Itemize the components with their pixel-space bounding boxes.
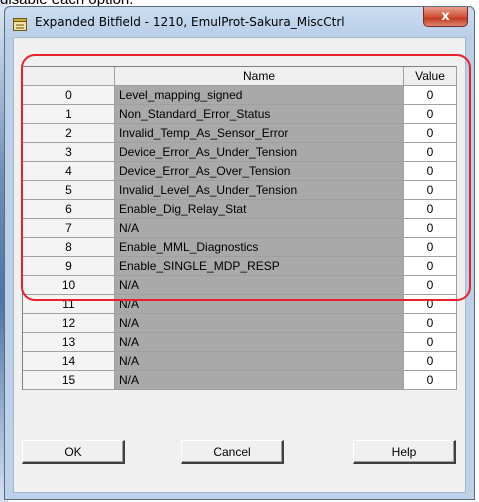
row-index: 15 — [23, 371, 115, 390]
row-name: Enable_SINGLE_MDP_RESP — [115, 257, 404, 276]
row-name: N/A — [115, 371, 404, 390]
row-value-field[interactable]: 0 — [404, 257, 457, 276]
table-row[interactable]: 0 Level_mapping_signed 0 — [23, 86, 457, 105]
row-name: Device_Error_As_Over_Tension — [115, 162, 404, 181]
title-bar[interactable]: Expanded Bitfield - 1210, EmulProt-Sakur… — [5, 7, 474, 37]
table-row[interactable]: 6 Enable_Dig_Relay_Stat 0 — [23, 200, 457, 219]
close-icon: x — [441, 9, 450, 24]
window-title: Expanded Bitfield - 1210, EmulProt-Sakur… — [35, 15, 345, 29]
row-index: 14 — [23, 352, 115, 371]
table-row[interactable]: 3 Device_Error_As_Under_Tension 0 — [23, 143, 457, 162]
help-button[interactable]: Help — [353, 440, 456, 464]
row-name: N/A — [115, 314, 404, 333]
close-button[interactable]: x — [423, 7, 468, 27]
row-index: 9 — [23, 257, 115, 276]
row-value-field[interactable]: 0 — [404, 219, 457, 238]
ok-button[interactable]: OK — [22, 440, 125, 464]
row-value-field[interactable]: 0 — [404, 124, 457, 143]
row-index: 4 — [23, 162, 115, 181]
bitfield-table: Name Value 0 Level_mapping_signed 0 1 Non_St… — [22, 66, 457, 390]
row-value-field[interactable]: 0 — [404, 276, 457, 295]
header-index — [23, 67, 115, 86]
table-row[interactable]: 2 Invalid_Temp_As_Sensor_Error 0 — [23, 124, 457, 143]
row-index: 1 — [23, 105, 115, 124]
row-name: Level_mapping_signed — [115, 86, 404, 105]
table-row[interactable]: 8 Enable_MML_Diagnostics 0 — [23, 238, 457, 257]
row-value-field[interactable]: 0 — [404, 200, 457, 219]
row-value-field[interactable]: 0 — [404, 181, 457, 200]
row-index: 8 — [23, 238, 115, 257]
table-row[interactable]: 12 N/A 0 — [23, 314, 457, 333]
row-value-field[interactable]: 0 — [404, 295, 457, 314]
row-value-field[interactable]: 0 — [404, 105, 457, 124]
header-name[interactable]: Name — [115, 67, 404, 86]
table-row[interactable]: 9 Enable_SINGLE_MDP_RESP 0 — [23, 257, 457, 276]
row-index: 13 — [23, 333, 115, 352]
row-value-field[interactable]: 0 — [404, 333, 457, 352]
row-index: 0 — [23, 86, 115, 105]
table-row[interactable]: 5 Invalid_Level_As_Under_Tension 0 — [23, 181, 457, 200]
row-index: 3 — [23, 143, 115, 162]
table-row[interactable]: 4 Device_Error_As_Over_Tension 0 — [23, 162, 457, 181]
row-name: Non_Standard_Error_Status — [115, 105, 404, 124]
row-value-field[interactable]: 0 — [404, 162, 457, 181]
table-row[interactable]: 10 N/A 0 — [23, 276, 457, 295]
row-name: N/A — [115, 352, 404, 371]
row-name: N/A — [115, 295, 404, 314]
row-name: Invalid_Temp_As_Sensor_Error — [115, 124, 404, 143]
row-name: Enable_Dig_Relay_Stat — [115, 200, 404, 219]
row-name: Enable_MML_Diagnostics — [115, 238, 404, 257]
row-value-field[interactable]: 0 — [404, 352, 457, 371]
table-header: Name Value — [23, 67, 457, 86]
app-icon — [13, 16, 27, 31]
row-index: 7 — [23, 219, 115, 238]
bitfield-dialog: Expanded Bitfield - 1210, EmulProt-Sakur… — [4, 6, 475, 500]
dialog-client-area: Name Value 0 Level_mapping_signed 0 1 Non_St… — [13, 37, 466, 493]
row-value-field[interactable]: 0 — [404, 86, 457, 105]
row-name: Invalid_Level_As_Under_Tension — [115, 181, 404, 200]
table-row[interactable]: 15 N/A 0 — [23, 371, 457, 390]
table-row[interactable]: 13 N/A 0 — [23, 333, 457, 352]
row-value-field[interactable]: 0 — [404, 371, 457, 390]
row-index: 11 — [23, 295, 115, 314]
header-value[interactable]: Value — [404, 67, 457, 86]
row-index: 12 — [23, 314, 115, 333]
row-index: 6 — [23, 200, 115, 219]
row-name: N/A — [115, 219, 404, 238]
table-row[interactable]: 14 N/A 0 — [23, 352, 457, 371]
row-value-field[interactable]: 0 — [404, 314, 457, 333]
row-index: 2 — [23, 124, 115, 143]
row-index: 5 — [23, 181, 115, 200]
row-value-field[interactable]: 0 — [404, 143, 457, 162]
row-name: N/A — [115, 276, 404, 295]
table-row[interactable]: 11 N/A 0 — [23, 295, 457, 314]
cancel-button[interactable]: Cancel — [181, 440, 284, 464]
row-index: 10 — [23, 276, 115, 295]
row-value-field[interactable]: 0 — [404, 238, 457, 257]
row-name: Device_Error_As_Under_Tension — [115, 143, 404, 162]
table-row[interactable]: 1 Non_Standard_Error_Status 0 — [23, 105, 457, 124]
table-row[interactable]: 7 N/A 0 — [23, 219, 457, 238]
row-name: N/A — [115, 333, 404, 352]
